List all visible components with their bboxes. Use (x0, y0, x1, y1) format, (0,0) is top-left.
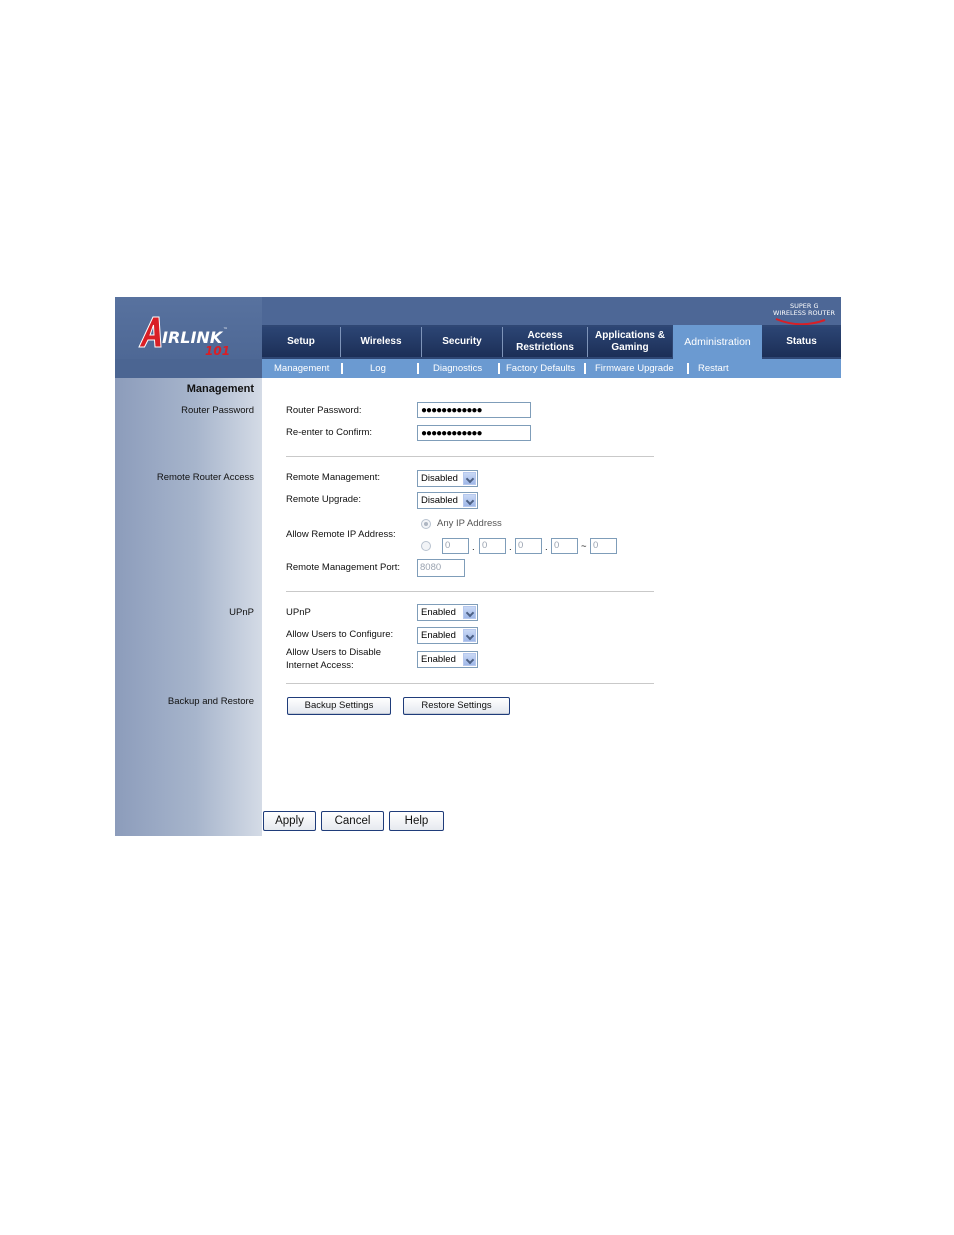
remote-port-input[interactable]: 8080 (417, 559, 465, 577)
section-router-password: Router Password (181, 405, 254, 416)
apply-button[interactable]: Apply (263, 811, 316, 831)
section-remote-router-access: Remote Router Access (156, 472, 254, 483)
allow-disable-label-line2: Internet Access: (286, 660, 354, 671)
remote-management-label: Remote Management: (286, 472, 380, 483)
subtab-divider (341, 363, 343, 374)
subnav-left (115, 359, 262, 378)
allow-disable-value: Enabled (421, 654, 456, 665)
router-password-input[interactable]: ●●●●●●●●●●●● (417, 402, 531, 418)
tab-applications-gaming[interactable]: Applications & Gaming (588, 327, 672, 357)
section-backup-restore: Backup and Restore (167, 696, 254, 707)
chevron-down-icon[interactable] (463, 606, 476, 619)
remote-upgrade-label: Remote Upgrade: (286, 494, 361, 505)
cancel-button[interactable]: Cancel (321, 811, 384, 831)
help-button[interactable]: Help (389, 811, 444, 831)
any-ip-radio[interactable] (421, 519, 431, 529)
divider (286, 683, 654, 684)
ip-dot: . (509, 542, 512, 553)
allow-configure-value: Enabled (421, 630, 456, 641)
allow-remote-ip-label: Allow Remote IP Address: (286, 529, 396, 540)
ip-dot: . (472, 542, 475, 553)
ip-octet-2[interactable]: 0 (479, 538, 506, 554)
svg-text:WIRELESS ROUTER: WIRELESS ROUTER (773, 309, 835, 317)
page-title: Management (186, 383, 254, 395)
router-password-label: Router Password: (286, 405, 362, 416)
chevron-down-icon[interactable] (463, 472, 476, 485)
remote-management-value: Disabled (421, 473, 458, 484)
confirm-password-label: Re-enter to Confirm: (286, 427, 373, 438)
tab-setup[interactable]: Setup (262, 327, 340, 357)
subtab-divider (498, 363, 500, 374)
tab-status[interactable]: Status (762, 327, 841, 357)
allow-configure-label: Allow Users to Configure: (286, 629, 394, 640)
tab-security[interactable]: Security (422, 327, 502, 357)
backup-settings-button[interactable]: Backup Settings (287, 697, 391, 715)
upnp-value: Enabled (421, 607, 456, 618)
upnp-label: UPnP (286, 607, 311, 618)
airlink-logo: IRLINK ™ 101 (135, 313, 265, 358)
allow-configure-select[interactable]: Enabled (417, 627, 478, 644)
super-g-badge: SUPER G WIRELESS ROUTER (770, 299, 841, 326)
chevron-down-icon[interactable] (463, 494, 476, 507)
ip-octet-3[interactable]: 0 (515, 538, 542, 554)
subtab-divider (687, 363, 689, 374)
subtab-log[interactable]: Log (370, 359, 386, 378)
subtab-diagnostics[interactable]: Diagnostics (433, 359, 482, 378)
ip-range-dash: ~ (581, 541, 587, 552)
remote-upgrade-value: Disabled (421, 495, 458, 506)
ip-range-end[interactable]: 0 (590, 538, 617, 554)
chevron-down-icon[interactable] (463, 629, 476, 642)
confirm-password-input[interactable]: ●●●●●●●●●●●● (417, 425, 531, 441)
remote-port-label: Remote Management Port: (286, 562, 401, 573)
svg-text:101: 101 (205, 344, 230, 357)
any-ip-label: Any IP Address (437, 518, 502, 529)
section-upnp: UPnP (229, 607, 254, 618)
ip-octet-4[interactable]: 0 (551, 538, 578, 554)
ip-dot: . (545, 542, 548, 553)
remote-management-select[interactable]: Disabled (417, 470, 478, 487)
ip-range-radio[interactable] (421, 541, 431, 551)
svg-text:™: ™ (223, 327, 228, 333)
subtab-management[interactable]: Management (274, 359, 329, 378)
subtab-divider (584, 363, 586, 374)
subtab-firmware-upgrade[interactable]: Firmware Upgrade (595, 359, 674, 378)
divider (286, 456, 654, 457)
subtab-restart[interactable]: Restart (698, 359, 729, 378)
tab-wireless[interactable]: Wireless (341, 327, 421, 357)
subtab-factory-defaults[interactable]: Factory Defaults (506, 359, 575, 378)
router-admin-page: IRLINK ™ 101 networkingsolutions SUPER G… (115, 297, 841, 836)
restore-settings-button[interactable]: Restore Settings (403, 697, 510, 715)
divider (286, 591, 654, 592)
ip-octet-1[interactable]: 0 (442, 538, 469, 554)
tab-access-restrictions[interactable]: Access Restrictions (503, 327, 587, 357)
remote-upgrade-select[interactable]: Disabled (417, 492, 478, 509)
tab-administration[interactable]: Administration (673, 325, 762, 359)
allow-disable-label-line1: Allow Users to Disable (286, 647, 382, 658)
chevron-down-icon[interactable] (463, 653, 476, 666)
upnp-select[interactable]: Enabled (417, 604, 478, 621)
allow-disable-select[interactable]: Enabled (417, 651, 478, 668)
subtab-divider (417, 363, 419, 374)
